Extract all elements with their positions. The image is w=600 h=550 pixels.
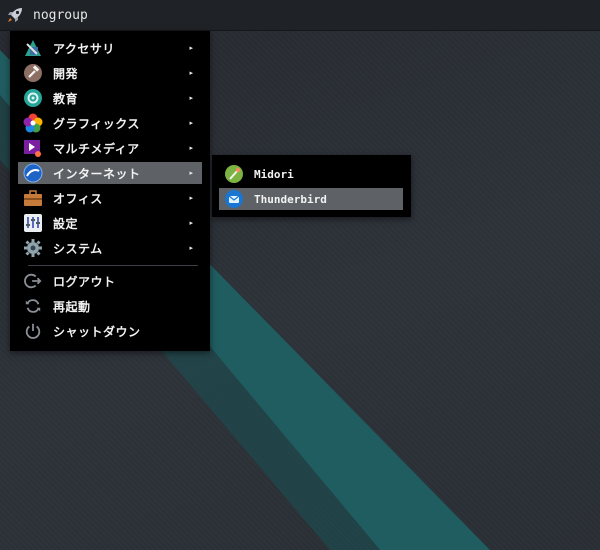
menu-item-accessories[interactable]: アクセサリ ▸	[18, 37, 202, 59]
submenu-arrow-icon: ▸	[189, 119, 193, 127]
menu-item-label: オフィス	[53, 191, 103, 206]
education-icon	[22, 87, 44, 109]
submenu-arrow-icon: ▸	[189, 69, 193, 77]
menu-item-internet[interactable]: インターネット ▸	[18, 162, 202, 184]
menu-item-multimedia[interactable]: マルチメディア ▸	[18, 137, 202, 159]
multimedia-icon	[22, 137, 44, 159]
submenu-arrow-icon: ▸	[189, 94, 193, 102]
submenu-arrow-icon: ▸	[189, 194, 193, 202]
app-launcher-button[interactable]	[0, 0, 30, 30]
menu-item-office[interactable]: オフィス ▸	[18, 187, 202, 209]
application-menu: アクセサリ ▸ 開発 ▸ 教育 ▸ グラフィックス ▸ マルチメディア ▸ イン…	[10, 31, 210, 351]
settings-icon	[22, 212, 44, 234]
shutdown-icon	[22, 320, 44, 342]
rocket-icon	[8, 8, 22, 22]
thunderbird-icon	[223, 188, 245, 210]
menu-item-label: ログアウト	[53, 274, 116, 289]
submenu-item-label: Midori	[254, 167, 294, 181]
submenu-arrow-icon: ▸	[189, 244, 193, 252]
menu-item-label: グラフィックス	[53, 116, 140, 131]
top-panel: nogroup	[0, 0, 600, 31]
submenu-arrow-icon: ▸	[189, 144, 193, 152]
submenu-arrow-icon: ▸	[189, 44, 193, 52]
menu-item-graphics[interactable]: グラフィックス ▸	[18, 112, 202, 134]
menu-item-label: アクセサリ	[53, 41, 115, 56]
reboot-icon	[22, 295, 44, 317]
menu-item-reboot[interactable]: 再起動	[18, 295, 202, 317]
menu-item-label: 開発	[53, 66, 79, 81]
accessories-icon	[22, 37, 44, 59]
menu-separator	[28, 265, 198, 266]
submenu-arrow-icon: ▸	[189, 169, 193, 177]
menu-item-label: シャットダウン	[53, 324, 141, 339]
menu-item-settings[interactable]: 設定 ▸	[18, 212, 202, 234]
system-icon	[22, 237, 44, 259]
submenu-arrow-icon: ▸	[189, 219, 193, 227]
menu-item-label: 設定	[53, 216, 79, 231]
menu-item-system[interactable]: システム ▸	[18, 237, 202, 259]
office-icon	[22, 187, 44, 209]
menu-item-shutdown[interactable]: シャットダウン	[18, 320, 202, 342]
submenu-item-midori[interactable]: Midori	[219, 163, 403, 185]
menu-item-label: 再起動	[53, 299, 91, 314]
menu-item-label: マルチメディア	[53, 141, 140, 156]
hostname-label: nogroup	[33, 7, 88, 23]
graphics-icon	[22, 112, 44, 134]
logout-icon	[22, 270, 44, 292]
menu-item-logout[interactable]: ログアウト	[18, 270, 202, 292]
menu-item-education[interactable]: 教育 ▸	[18, 87, 202, 109]
midori-icon	[223, 163, 245, 185]
menu-item-label: 教育	[53, 91, 79, 106]
submenu-item-thunderbird[interactable]: Thunderbird	[219, 188, 403, 210]
menu-item-label: インターネット	[53, 166, 141, 181]
development-icon	[22, 62, 44, 84]
menu-item-development[interactable]: 開発 ▸	[18, 62, 202, 84]
internet-icon	[22, 162, 44, 184]
submenu-item-label: Thunderbird	[254, 192, 327, 206]
internet-submenu: Midori Thunderbird	[212, 155, 411, 217]
menu-item-label: システム	[53, 241, 103, 256]
